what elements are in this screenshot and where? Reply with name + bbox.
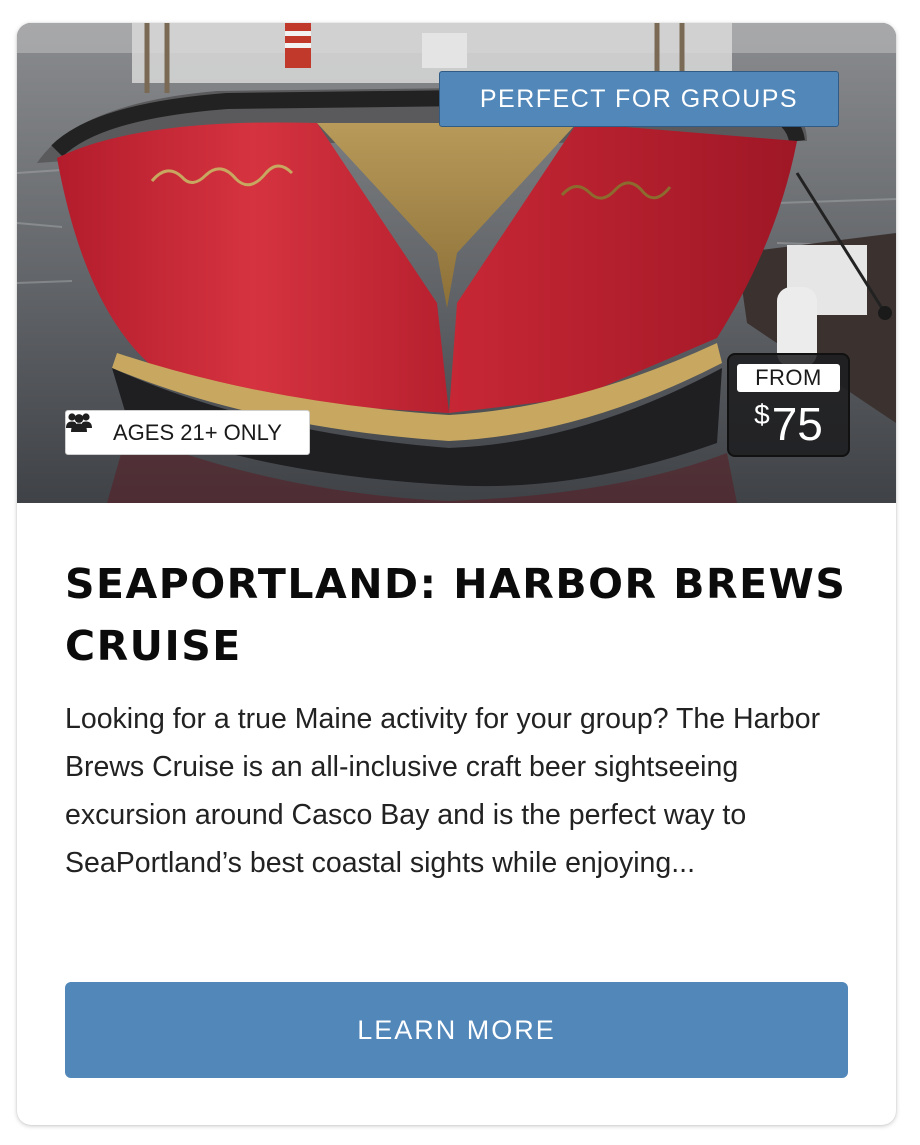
age-restriction-label: AGES 21+ ONLY xyxy=(113,419,282,445)
perfect-for-groups-badge: PERFECT FOR GROUPS xyxy=(439,71,839,127)
tour-card: PERFECT FOR GROUPS AGES 21+ ONLY FROM $7… xyxy=(17,23,896,1125)
tour-title[interactable]: SEAPORTLAND: HARBOR BREWS CRUISE xyxy=(65,553,855,677)
price-currency: $ xyxy=(754,399,770,430)
price-value: $75 xyxy=(729,397,848,451)
users-icon xyxy=(66,413,106,444)
price-badge: FROM $75 xyxy=(727,353,850,457)
age-restriction-badge: AGES 21+ ONLY xyxy=(65,410,310,455)
tour-description: Looking for a true Maine activity for yo… xyxy=(65,703,821,879)
hero-image[interactable]: PERFECT FOR GROUPS AGES 21+ ONLY FROM $7… xyxy=(17,23,896,503)
price-amount: 75 xyxy=(771,398,823,450)
learn-more-button[interactable]: LEARN MORE xyxy=(65,982,848,1078)
price-from-label: FROM xyxy=(737,364,840,392)
